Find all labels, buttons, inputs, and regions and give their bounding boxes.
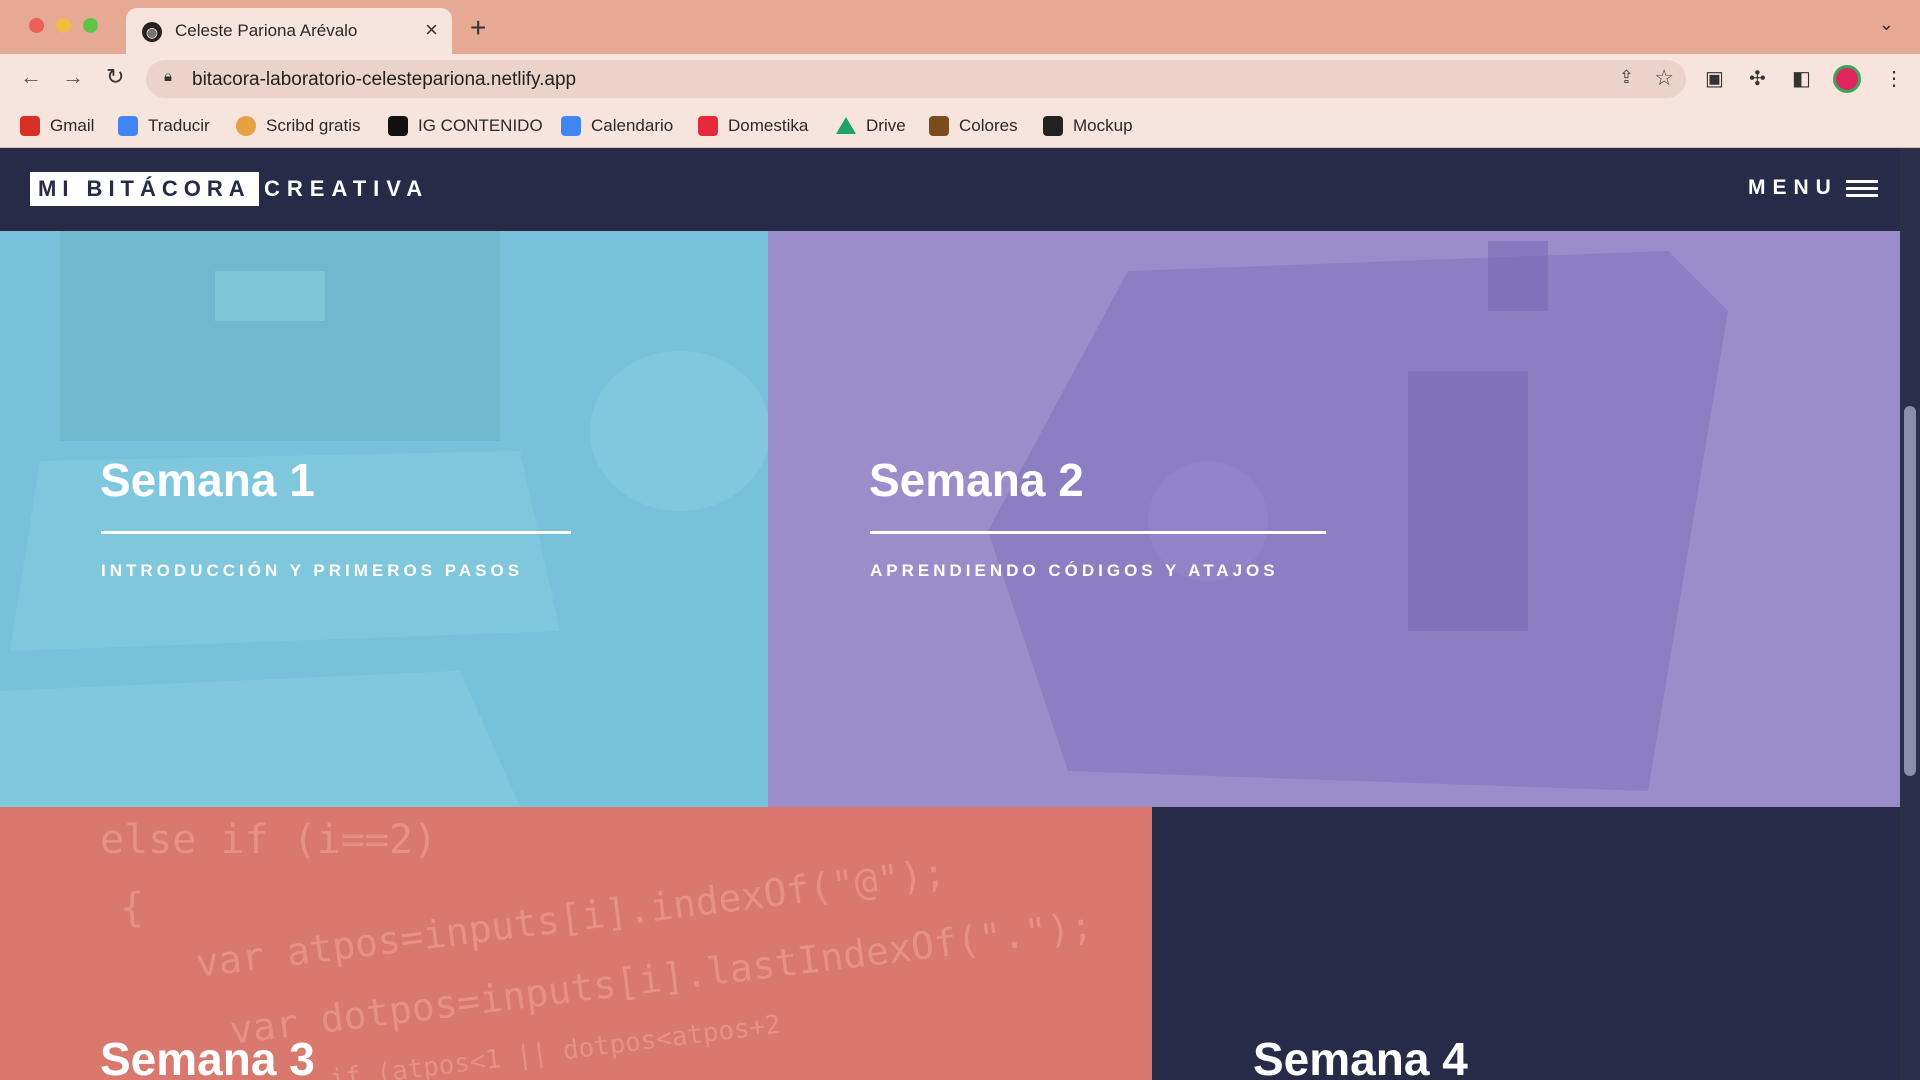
card-divider [101, 531, 571, 534]
card-title[interactable]: Semana 1 [100, 453, 315, 507]
arduino-photo-overlay [988, 241, 1728, 791]
more-menu-icon[interactable]: ⋮ [1884, 66, 1904, 91]
bookmark-label: Drive [866, 116, 906, 135]
extensions-puzzle-icon[interactable]: ✣ [1749, 66, 1766, 91]
bookmark-label: IG CONTENIDO [418, 116, 543, 135]
calendar-icon [561, 116, 581, 136]
picture-in-picture-icon[interactable]: ▣ [1705, 66, 1724, 91]
browser-tab[interactable]: ◍ Celeste Pariona Arévalo × [126, 8, 452, 54]
card-divider [870, 531, 1326, 534]
week-card-3[interactable]: else if (i==2) { var atpos=inputs[i].ind… [0, 807, 1152, 1080]
code-line: else if (i==2) [100, 817, 438, 863]
window-close-button[interactable] [29, 18, 44, 33]
tab-close-icon[interactable]: × [425, 17, 438, 43]
bookmark-gmail[interactable]: Gmail [20, 113, 94, 139]
bookmark-label: Traducir [148, 116, 210, 135]
window-maximize-button[interactable] [83, 18, 98, 33]
bookmark-scribd[interactable]: Scribd gratis [236, 113, 360, 139]
browser-toolbar: ← → ↻ 🔒︎ bitacora-laboratorio-celestepar… [0, 54, 1920, 104]
bookmark-drive[interactable]: Drive [836, 113, 906, 139]
scrollbar-thumb[interactable] [1904, 406, 1916, 776]
week-card-1[interactable]: Semana 1 INTRODUCCIÓN Y PRIMEROS PASOS [0, 231, 768, 807]
bookmark-star-icon[interactable]: ☆ [1654, 65, 1674, 91]
side-panel-icon[interactable]: ◧ [1792, 66, 1811, 91]
drive-icon [836, 117, 856, 134]
url-text[interactable]: bitacora-laboratorio-celestepariona.netl… [192, 69, 576, 91]
tab-title: Celeste Pariona Arévalo [175, 21, 358, 40]
bookmark-traducir[interactable]: Traducir [118, 113, 210, 139]
translate-icon [118, 116, 138, 136]
bookmarks-bar: Gmail Traducir Scribd gratis IG CONTENID… [0, 104, 1920, 148]
window-minimize-button[interactable] [56, 18, 71, 33]
code-line: { [120, 885, 145, 931]
bookmark-ig-contenido[interactable]: IG CONTENIDO [388, 113, 543, 139]
globe-icon: ◍ [142, 22, 162, 42]
lock-icon[interactable]: 🔒︎ [164, 68, 172, 85]
tab-search-chevron-icon[interactable]: ⌄ [1879, 14, 1894, 35]
card-title[interactable]: Semana 2 [869, 453, 1084, 507]
week-card-2[interactable]: Semana 2 APRENDIENDO CÓDIGOS Y ATAJOS [768, 231, 1900, 807]
forward-arrow-icon[interactable]: → [62, 64, 84, 90]
bookmark-label: Colores [959, 116, 1018, 135]
bookmark-mockup[interactable]: Mockup [1043, 113, 1133, 139]
site-logo-text[interactable]: CREATIVA [264, 176, 429, 202]
back-arrow-icon[interactable]: ← [20, 64, 42, 90]
profile-avatar[interactable] [1833, 65, 1861, 93]
instagram-icon [388, 116, 408, 136]
menu-button-label[interactable]: MENU [1748, 176, 1838, 200]
page-scrollbar[interactable] [1900, 148, 1920, 1080]
hamburger-menu-icon[interactable] [1846, 180, 1878, 198]
week-card-4[interactable]: Semana 4 [1152, 807, 1900, 1080]
site-header: MI BITÁCORA CREATIVA MENU [0, 148, 1900, 231]
browser-tab-strip: ◍ Celeste Pariona Arévalo × + ⌄ [0, 0, 1920, 54]
share-icon[interactable]: ⇪ [1619, 67, 1634, 88]
bookmark-label: Scribd gratis [266, 116, 361, 135]
reload-icon[interactable]: ↻ [106, 64, 124, 90]
gmail-icon [20, 116, 40, 136]
colores-icon [929, 116, 949, 136]
bookmark-domestika[interactable]: Domestika [698, 113, 808, 139]
card-title[interactable]: Semana 4 [1253, 1032, 1468, 1080]
card-subtitle: INTRODUCCIÓN Y PRIMEROS PASOS [101, 561, 524, 580]
bookmark-colores[interactable]: Colores [929, 113, 1018, 139]
mockup-icon [1043, 116, 1063, 136]
site-logo[interactable]: MI BITÁCORA [30, 172, 259, 206]
web-page: MI BITÁCORA CREATIVA MENU Semana 1 INTRO… [0, 148, 1920, 1080]
bookmark-label: Calendario [591, 116, 674, 135]
scribd-icon [236, 116, 256, 136]
bookmark-calendario[interactable]: Calendario [561, 113, 673, 139]
address-bar[interactable]: 🔒︎ bitacora-laboratorio-celestepariona.n… [146, 60, 1686, 98]
bookmark-label: Domestika [728, 116, 809, 135]
card-subtitle: APRENDIENDO CÓDIGOS Y ATAJOS [870, 561, 1279, 580]
bookmark-label: Gmail [50, 116, 95, 135]
new-tab-button[interactable]: + [470, 12, 486, 44]
laptop-photo-overlay [0, 231, 768, 807]
bookmark-label: Mockup [1073, 116, 1133, 135]
domestika-icon [698, 116, 718, 136]
card-title[interactable]: Semana 3 [100, 1032, 315, 1080]
